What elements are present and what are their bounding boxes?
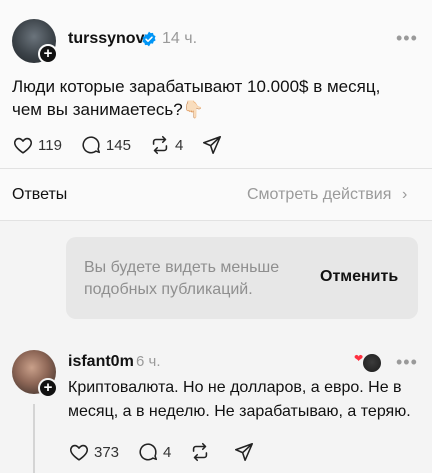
post-text-line: Люди которые зарабатывают 10.000$ в меся… (12, 77, 381, 96)
verified-badge-icon (142, 31, 156, 47)
author-username[interactable]: turssynov (68, 30, 144, 48)
send-icon (203, 135, 222, 155)
like-button[interactable]: 119 (12, 134, 62, 156)
hidden-post-notice: Вы будете видеть меньше подобных публика… (66, 237, 418, 319)
reply-comment-count: 4 (163, 443, 172, 461)
follow-plus-icon[interactable]: + (38, 378, 58, 398)
repost-button[interactable]: 4 (149, 134, 183, 156)
more-dots-icon[interactable]: ••• (396, 28, 418, 49)
reply-share-button[interactable] (233, 441, 259, 463)
follow-plus-icon[interactable]: + (38, 44, 58, 64)
view-activity-link[interactable]: Смотреть действия (247, 186, 391, 204)
share-button[interactable] (201, 134, 227, 156)
main-post: + turssynov 14 ч. ••• Люди которые зараб… (0, 0, 432, 168)
post-actions: 119 145 4 (12, 134, 245, 156)
reply-comment-button[interactable]: 4 (137, 441, 171, 463)
comment-count: 145 (105, 136, 131, 154)
chevron-right-icon[interactable]: › (402, 186, 407, 204)
heart-icon (13, 137, 33, 154)
reply-text: Криптовалюта. Но не долларов, а евро. Не… (68, 379, 411, 420)
send-icon (235, 442, 254, 462)
replies-label: Ответы (12, 186, 68, 203)
post-text: Люди которые зарабатывают 10.000$ в меся… (12, 75, 412, 121)
notice-text: Вы будете видеть меньше подобных публика… (84, 259, 280, 298)
reply-repost-button[interactable] (189, 441, 215, 463)
reply-actions: 373 4 (68, 441, 277, 463)
repost-icon (152, 135, 168, 155)
more-dots-icon[interactable]: ••• (396, 352, 418, 373)
comment-button[interactable]: 145 (80, 134, 131, 156)
reply-like-count: 373 (94, 443, 120, 461)
heart-icon (69, 444, 89, 461)
author-liked-avatar (361, 352, 383, 374)
repost-icon (193, 442, 208, 462)
thread-line (33, 404, 35, 473)
reply-like-button[interactable]: 373 (68, 441, 119, 463)
repost-count: 4 (174, 136, 184, 154)
reply-time: 6 ч. (136, 353, 161, 370)
reply-username[interactable]: isfant0m (68, 353, 134, 371)
post-text-line: чем вы занимаетесь?👇🏻 (12, 100, 204, 119)
like-count: 119 (38, 136, 62, 154)
undo-button[interactable]: Отменить (320, 268, 398, 286)
comment-bubble-icon (82, 136, 100, 154)
comment-bubble-icon (139, 443, 158, 461)
post-time: 14 ч. (162, 30, 198, 47)
